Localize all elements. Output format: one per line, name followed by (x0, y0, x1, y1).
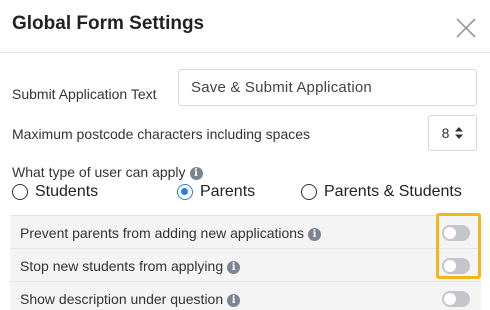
user-type-label-row: What type of user can apply i (12, 164, 203, 180)
setting-label: Show description under question (20, 291, 224, 307)
setting-label-row: Show description under question i (20, 291, 241, 307)
close-icon[interactable] (454, 16, 478, 40)
stop-new-students-toggle[interactable] (442, 258, 470, 274)
setting-label-row: Stop new students from applying i (20, 258, 241, 274)
info-icon[interactable]: i (227, 294, 241, 307)
info-icon[interactable]: i (308, 228, 322, 241)
radio-label: Parents (200, 183, 256, 200)
settings-list: Prevent parents from adding new applicat… (10, 215, 481, 310)
setting-row-show-description: Show description under question i (10, 281, 481, 310)
setting-row-stop-new-students: Stop new students from applying i (10, 248, 481, 281)
postcode-max-label: Maximum postcode characters including sp… (12, 126, 311, 142)
info-icon[interactable]: i (227, 261, 241, 274)
user-type-label: What type of user can apply (12, 164, 186, 180)
modal-title: Global Form Settings (12, 13, 205, 34)
stepper-arrows-icon[interactable] (455, 127, 464, 139)
toggle-knob (444, 293, 456, 305)
radio-circle[interactable] (301, 184, 317, 200)
submit-text-input[interactable] (178, 69, 477, 106)
radio-circle-checked[interactable] (177, 184, 193, 200)
submit-text-label: Submit Application Text (12, 86, 157, 102)
setting-label-row: Prevent parents from adding new applicat… (20, 225, 322, 241)
modal-header: Global Form Settings (0, 0, 490, 53)
radio-circle[interactable] (12, 184, 28, 200)
postcode-max-stepper[interactable]: 8 (428, 115, 477, 151)
prevent-parents-toggle[interactable] (442, 225, 470, 241)
radio-students[interactable]: Students (12, 183, 98, 201)
radio-parents[interactable]: Parents (177, 183, 255, 201)
info-icon[interactable]: i (189, 167, 203, 180)
toggle-knob (444, 227, 456, 239)
setting-label: Prevent parents from adding new applicat… (20, 225, 305, 241)
radio-label: Parents & Students (324, 183, 462, 200)
user-type-radio-group: Students Parents Parents & Students (0, 183, 490, 205)
toggle-knob (444, 260, 456, 272)
show-description-toggle[interactable] (442, 291, 470, 307)
postcode-max-value: 8 (441, 125, 450, 141)
radio-parents-and-students[interactable]: Parents & Students (301, 183, 462, 201)
setting-row-prevent-parents: Prevent parents from adding new applicat… (10, 215, 481, 248)
setting-label: Stop new students from applying (20, 258, 224, 274)
radio-label: Students (35, 183, 99, 200)
